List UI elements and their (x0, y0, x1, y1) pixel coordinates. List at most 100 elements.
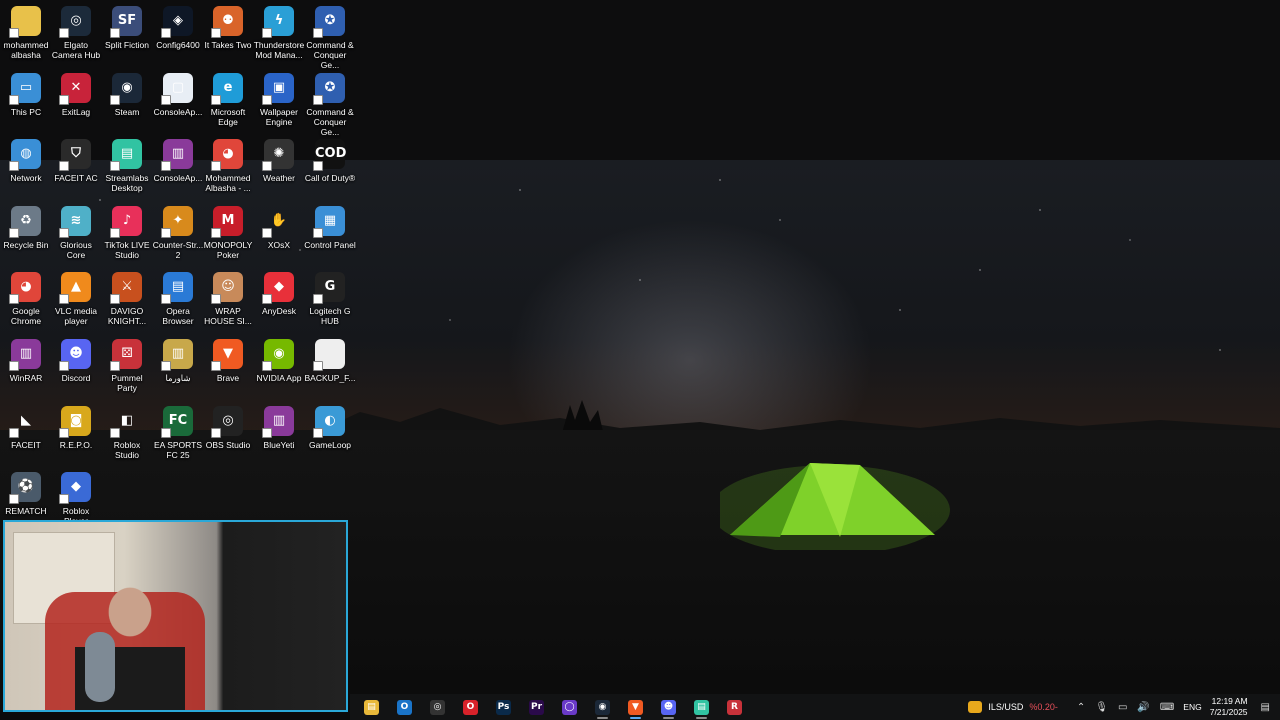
rematch-desktop-shortcut[interactable]: ⚽ REMATCH (0, 472, 52, 516)
wallpaper-engine-desktop-shortcut[interactable]: ▣ Wallpaper Engine (253, 73, 305, 127)
winrar-archive-desktop-shortcut[interactable]: ▥ ConsoleAp... (152, 139, 204, 183)
show-hidden-icons-chevron-icon[interactable]: ⌃ (1077, 702, 1085, 713)
taskbar-discord-button[interactable]: ☻ (652, 694, 685, 720)
rematch-icon: ⚽ (9, 472, 41, 504)
faceit-ac-desktop-shortcut[interactable]: ⛉ FACEIT AC (50, 139, 102, 183)
vlc-desktop-shortcut[interactable]: ▲ VLC media player (50, 272, 102, 326)
green-tent (720, 463, 950, 550)
roblox-player-desktop-shortcut[interactable]: ◆Roblox Player (50, 472, 102, 526)
network-desktop-shortcut[interactable]: ◍ Network (0, 139, 52, 183)
counter-strike-desktop-shortcut[interactable]: ✦ Counter-Str... 2 (152, 206, 204, 260)
command-conquer-icon: ✪ (313, 6, 345, 38)
roblox-studio-desktop-shortcut[interactable]: ◧ Roblox Studio (101, 406, 153, 460)
davigo-desktop-shortcut[interactable]: ⚔ DAVIGO KNIGHT... (101, 272, 153, 326)
monopoly-desktop-shortcut[interactable]: M MONOPOLY Poker (202, 206, 254, 260)
weather-icon: ✺ (262, 139, 294, 171)
gameloop-icon: ◐ (313, 406, 345, 438)
currency-label[interactable]: ILS/USD (988, 702, 1023, 712)
taskbar-steam-button[interactable]: ◉ (586, 694, 619, 720)
user-folder-desktop-shortcut[interactable]: mohammed albasha (0, 6, 52, 60)
it-takes-two-icon: ⚉ (211, 6, 243, 38)
winrar-desktop-shortcut[interactable]: ▥ WinRAR (0, 339, 52, 383)
obs-desktop-shortcut[interactable]: ◎ OBS Studio (202, 406, 254, 450)
tiktok-desktop-shortcut[interactable]: ♪ TikTok LIVE Studio (101, 206, 153, 260)
icon-label: TikTok LIVE Studio (104, 240, 150, 260)
taskbar-opera-button[interactable]: O (454, 694, 487, 720)
taskbar-photoshop-button[interactable]: Ps (487, 694, 520, 720)
steam-desktop-shortcut[interactable]: ◉ Steam (101, 73, 153, 117)
taskbar-streamlabs-button[interactable]: ▤ (685, 694, 718, 720)
icon-label: FACEIT AC (54, 173, 98, 183)
logitech-desktop-shortcut[interactable]: G Logitech G HUB (304, 272, 356, 326)
icon-label: Brave (216, 373, 240, 383)
taskbar-outlook-button[interactable]: O (388, 694, 421, 720)
network-icon[interactable]: ▭ (1118, 702, 1127, 713)
currency-change[interactable]: %0.20- (1029, 702, 1058, 712)
steam-icon: ◉ (595, 699, 610, 715)
keyboard-icon[interactable]: ⌨ (1160, 702, 1174, 713)
brave-desktop-shortcut[interactable]: ▼ Brave (202, 339, 254, 383)
icon-label: OBS Studio (205, 440, 251, 450)
command-conquer-desktop-shortcut[interactable]: ✪ Command & Conquer Ge... (304, 6, 356, 70)
currency-widget-icon[interactable] (968, 701, 983, 713)
chrome-desktop-shortcut[interactable]: ◕ Google Chrome (0, 272, 52, 326)
wrap-house-desktop-shortcut[interactable]: ☺ WRAP HOUSE SI... (202, 272, 254, 326)
split-fiction-desktop-shortcut[interactable]: SF Split Fiction (101, 6, 153, 50)
icon-label: BACKUP_F... (304, 373, 356, 383)
icon-label: شاورما (165, 373, 191, 383)
pc-icon: ▭ (9, 73, 41, 105)
elgato-desktop-shortcut[interactable]: ◎ Elgato Camera Hub (50, 6, 102, 60)
console-app-desktop-shortcut[interactable]: ▢ ConsoleAp... (152, 73, 204, 117)
language-indicator[interactable]: ENG (1183, 702, 1201, 712)
icon-label: Config6400 (156, 40, 200, 50)
config-desktop-shortcut[interactable]: ◈ Config6400 (152, 6, 204, 50)
discord-desktop-shortcut[interactable]: ☻ Discord (50, 339, 102, 383)
streamlabs-desktop-shortcut[interactable]: ▤ Streamlabs Desktop (101, 139, 153, 193)
exitlag-desktop-shortcut[interactable]: ✕ ExitLag (50, 73, 102, 117)
taskbar-premiere-button[interactable]: Pr (520, 694, 553, 720)
icon-label: BlueYeti (263, 440, 295, 450)
icon-label: WinRAR (9, 373, 43, 383)
command-conquer-desktop-shortcut[interactable]: ✪ Command & Conquer Ge... (304, 73, 356, 137)
pummel-party-desktop-shortcut[interactable]: ⚄ Pummel Party (101, 339, 153, 393)
clock-time: 12:19 AM (1211, 696, 1248, 706)
call-of-duty-desktop-shortcut[interactable]: COD Call of Duty® (304, 139, 356, 183)
counter-strike-icon: ✦ (161, 206, 193, 238)
anydesk-desktop-shortcut[interactable]: ◆ AnyDesk (253, 272, 305, 316)
thunderstore-desktop-shortcut[interactable]: ϟ Thunderstore Mod Mana... (253, 6, 305, 60)
gameloop-desktop-shortcut[interactable]: ◐ GameLoop (304, 406, 356, 450)
blueyeti-desktop-shortcut[interactable]: ▥ BlueYeti (253, 406, 305, 450)
shawarma-desktop-shortcut[interactable]: ▥ شاورما (152, 339, 204, 383)
edge-desktop-shortcut[interactable]: e Microsoft Edge (202, 73, 254, 127)
control-panel-desktop-shortcut[interactable]: ▦ Control Panel (304, 206, 356, 250)
recycle-bin-desktop-shortcut[interactable]: ♻ Recycle Bin (0, 206, 52, 250)
taskbar-brave-button[interactable]: ▼ (619, 694, 652, 720)
ea-sports-fc-desktop-shortcut[interactable]: FC EA SPORTS FC 25 (152, 406, 204, 460)
chrome-profile-desktop-shortcut[interactable]: ◕ Mohammed Albasha - ... (202, 139, 254, 193)
glorious-core-desktop-shortcut[interactable]: ≋ Glorious Core (50, 206, 102, 260)
notifications-icon[interactable]: ▤ (1261, 702, 1270, 713)
nvidia-desktop-shortcut[interactable]: ◉ NVIDIA App (253, 339, 305, 383)
weather-desktop-shortcut[interactable]: ✺ Weather (253, 139, 305, 183)
volume-icon[interactable]: 🔊 (1137, 702, 1149, 713)
split-fiction-icon: SF (110, 6, 142, 38)
icon-label: ExitLag (61, 107, 91, 117)
taskbar-red-app-button[interactable]: R (718, 694, 751, 720)
faceit-desktop-shortcut[interactable]: ◣ FACEIT (0, 406, 52, 450)
taskbar-obs-button[interactable]: ◎ (421, 694, 454, 720)
brave-icon: ▼ (628, 699, 643, 715)
it-takes-two-desktop-shortcut[interactable]: ⚉ It Takes Two (202, 6, 254, 50)
xosx-desktop-shortcut[interactable]: ✋ XOsX (253, 206, 305, 250)
taskbar-search-app-button[interactable]: ◯ (553, 694, 586, 720)
file-desktop-shortcut[interactable]: BACKUP_F... (304, 339, 356, 383)
microphone-icon[interactable]: 🎙 (1095, 702, 1108, 713)
icon-label: VLC media player (54, 306, 98, 326)
opera-browser-desktop-shortcut[interactable]: ▤ Opera Browser (152, 272, 204, 326)
taskbar-file-explorer-button[interactable]: ▤ (355, 694, 388, 720)
icon-label: Microsoft Edge (210, 107, 246, 127)
repo-desktop-shortcut[interactable]: ◙ R.E.P.O. (50, 406, 102, 450)
clock[interactable]: 12:19 AM 7/21/2025 (1210, 696, 1248, 718)
pc-desktop-shortcut[interactable]: ▭ This PC (0, 73, 52, 117)
icon-label: Recycle Bin (3, 240, 49, 250)
file-explorer-icon: ▤ (364, 699, 379, 715)
